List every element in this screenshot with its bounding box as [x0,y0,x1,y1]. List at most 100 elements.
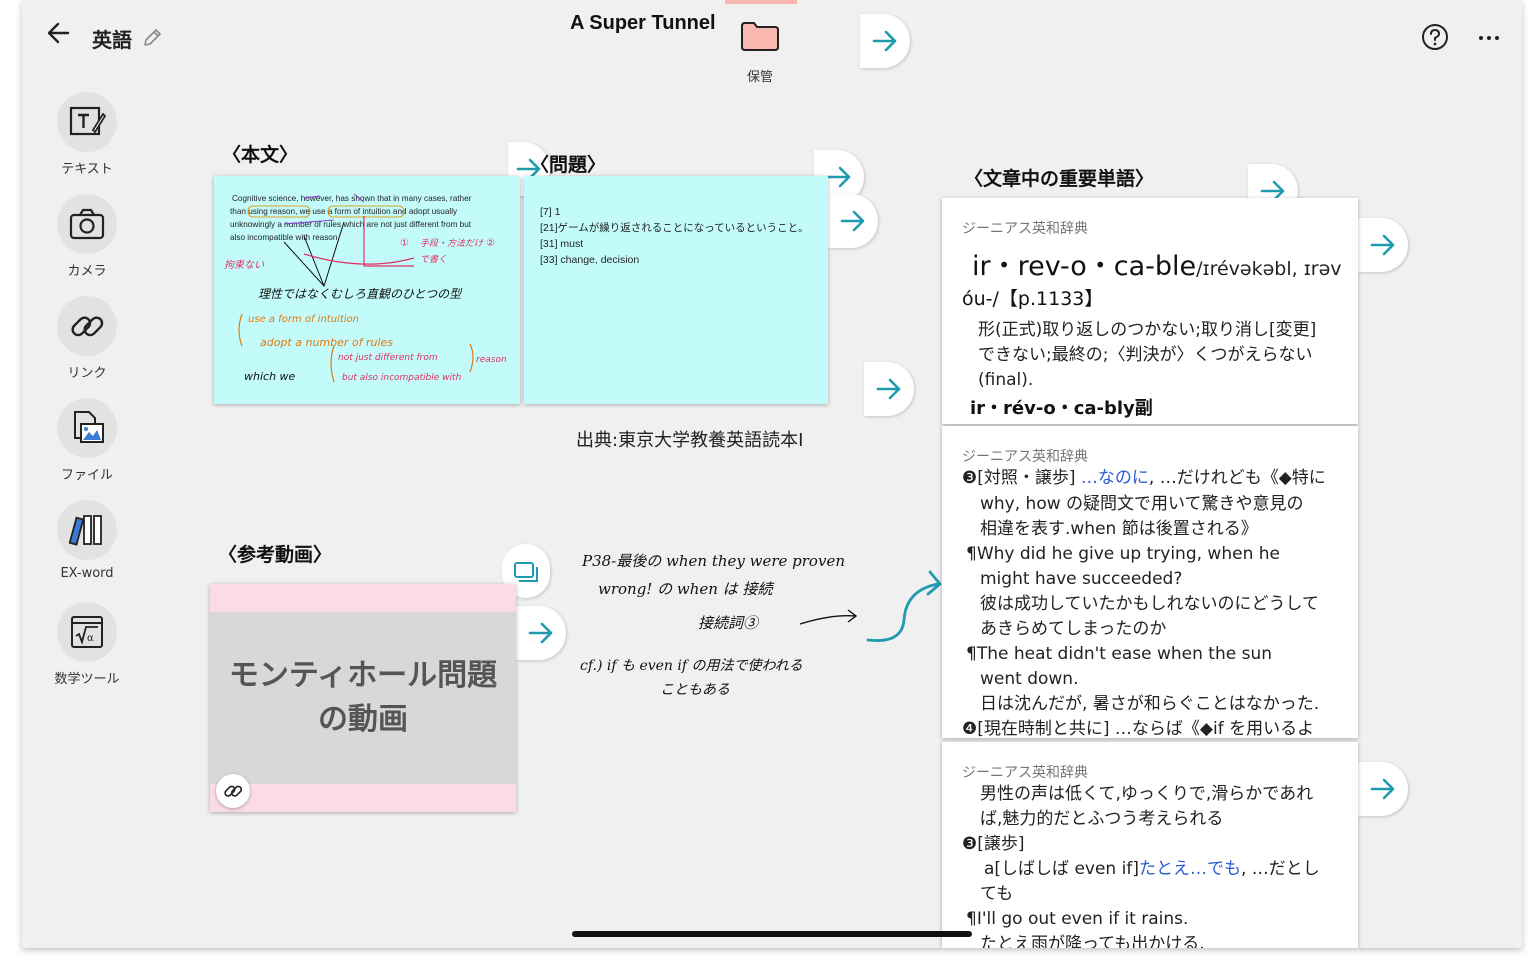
note-line: こともある [660,682,730,698]
dict-name: ジーニアス英和辞典 [962,221,1088,237]
dict-line: ❸[譲歩] [962,834,1025,854]
link-arrow-button[interactable] [864,362,914,416]
dict-sense-blue[interactable]: たとえ…でも [1139,859,1241,879]
link-arrow-button[interactable] [860,14,910,68]
pencil-icon[interactable] [140,26,164,50]
arrow-right-icon [872,30,897,52]
dict-line: 相違を表す.when 節は後置される》 [980,519,1258,539]
handwriting: 拘束ない [224,259,264,271]
dict-pron2: óu-/【p.1133】 [962,288,1104,310]
handwriting: but also incompatible with [342,373,462,383]
svg-text:α: α [87,633,94,644]
heading-tango: 〈文章中の重要単語〉 [964,168,1155,190]
tool-exword-label: EX-word [60,566,114,581]
link-arrow-button[interactable] [1358,218,1408,272]
printed-line: Cognitive science, however, has shown th… [232,194,472,203]
source-text[interactable]: 出典:東京大学教養英語読本I [576,426,803,452]
arrow-right-icon [876,378,901,400]
dict-line: 彼は成功していたかもしれないのにどうして [980,594,1319,614]
handwriting: 手段・方法だけ [420,238,484,249]
video-title-line: モンティホール問題 [228,658,498,693]
connector-arrow [866,570,942,642]
windows-icon [514,562,538,582]
dict-card-when[interactable]: ジーニアス英和辞典 ❸[対照・譲歩] …なのに, …だけれども《◆特に why,… [942,426,1358,738]
tool-text[interactable]: テキスト [42,92,132,177]
dict-line: ば,魅力的だとふつう考えられる [980,809,1224,829]
handwriting: 理性ではなくむしろ直観のひとつの型 [258,287,463,301]
dict-line: ても [980,884,1014,904]
link-badge-icon[interactable] [216,774,250,808]
note-title[interactable]: A Super Tunnel [570,12,716,35]
dict-sense-blue[interactable]: …なのに [1081,468,1149,488]
dict-sense-rest: , …だけれども《◆特に [1148,468,1326,488]
math-tool-icon: α [57,602,117,662]
mondai-line: [33] change, decision [540,254,640,266]
home-indicator[interactable] [572,931,972,937]
dict-line: ❹[現在時制と共に] …ならば《◆if を用いるよ [962,719,1315,738]
tool-file[interactable]: ファイル [42,398,132,483]
honbun-card[interactable]: Cognitive science, however, has shown th… [214,176,520,404]
mondai-line: [21]ゲームが繰り返されることになっているということ。 [540,222,809,234]
handwriting: で書く [420,254,447,265]
tool-math[interactable]: α 数学ツール [42,602,132,687]
dict-name: ジーニアス英和辞典 [962,765,1088,781]
heading-douga: 〈参考動画〉 [218,544,333,566]
dict-card-irrevocable[interactable]: ジーニアス英和辞典 ir・rev-o・ca-ble/ɪrévəkəbl, ɪrə… [942,198,1358,424]
dict-line: たとえ雨が降っても出かける. [980,934,1205,948]
dict-derived: ir・rév-o・ca-bly副 [970,398,1153,419]
subject-title[interactable]: 英語 [92,24,132,53]
more-options-icon[interactable] [1474,22,1504,52]
printed-line: than using reason, we use a form of intu… [230,207,458,216]
dict-sense-prefix: ❸[対照・譲歩] [962,468,1076,488]
dict-line: ¶The heat didn't ease when the sun [966,644,1272,664]
heading-mondai: 〈問題〉 [530,154,607,176]
dict-line: went down. [980,669,1079,689]
camera-icon [57,194,117,254]
back-arrow-icon[interactable] [42,16,76,50]
video-card[interactable]: モンティホール問題 の動画 [210,584,516,812]
books-icon [57,500,117,560]
link-arrow-button[interactable] [828,194,878,248]
mondai-line: [31] must [540,238,584,250]
dict-line: (final). [978,370,1034,390]
dict-line: 男性の声は低くて,ゆっくりで,滑らかであれ [980,784,1314,804]
tool-link[interactable]: リンク [42,296,132,381]
tool-camera[interactable]: カメラ [42,194,132,279]
tool-exword[interactable]: EX-word [42,500,132,581]
video-thumbnail[interactable]: モンティホール問題 の動画 [210,612,516,784]
video-title-line: の動画 [317,702,408,737]
dict-line: あきらめてしまったのか [980,619,1167,639]
dict-line: why, how の疑問文で用いて驚きや意見の [980,494,1304,514]
handwriting: adopt a number of rules [260,336,393,349]
dict-name: ジーニアス英和辞典 [962,449,1088,465]
link-icon [57,296,117,356]
arrow-right-icon [840,210,865,232]
handwriting: ① [400,238,409,249]
tool-link-label: リンク [67,366,107,381]
dict-line: might have succeeded? [980,569,1183,589]
link-arrow-button[interactable] [516,606,566,660]
heading-honbun: 〈本文〉 [222,144,299,166]
dict-pron: /ɪrévəkəbl, ɪrəv [1196,258,1342,280]
arrow-right-icon [1370,234,1395,256]
note-line: P38-最後の when they were proven [581,552,845,570]
dict-sense-rest: , …だとし [1240,859,1320,879]
handwriting: use a form of intuition [248,314,359,325]
printed-line: unknowingly a number of rules which are … [230,220,472,229]
note-line: cf.) if も even if の用法で使われる [580,658,803,674]
note-line: 接続詞③ [698,614,760,632]
arrow-right-icon [528,622,553,644]
folder-indicator [725,0,797,4]
mondai-card[interactable]: [7] 1 [21]ゲームが繰り返されることになっているということ。 [31] … [524,176,828,404]
folder-icon[interactable] [740,20,780,52]
folder-label: 保管 [746,70,773,85]
printed-line: also incompatible with reason. [230,233,340,242]
text-tool-icon [57,92,117,152]
dict-line: 形(正式)取り返しのつかない;取り消し[変更] [978,320,1317,340]
help-icon[interactable] [1420,22,1450,52]
tool-file-label: ファイル [60,468,113,483]
dict-line: できない;最終の;〈判決が〉くつがえらない [978,345,1313,365]
link-arrow-button[interactable] [1358,762,1408,816]
handwriting: reason [476,355,507,365]
dict-card-even-if[interactable]: ジーニアス英和辞典 男性の声は低くて,ゆっくりで,滑らかであれ ば,魅力的だとふ… [942,742,1358,948]
